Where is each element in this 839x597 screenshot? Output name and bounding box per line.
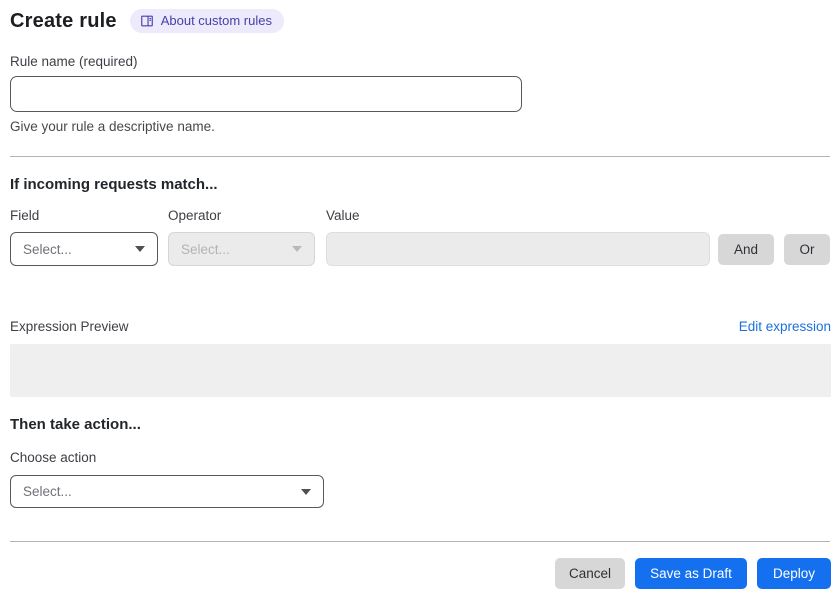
section-divider-top bbox=[10, 156, 830, 157]
field-select-value: Select... bbox=[23, 242, 72, 257]
value-column: Value bbox=[326, 208, 710, 266]
field-select[interactable]: Select... bbox=[10, 232, 158, 266]
edit-expression-link[interactable]: Edit expression bbox=[739, 319, 831, 334]
expression-preview-label: Expression Preview bbox=[10, 319, 129, 334]
choose-action-select[interactable]: Select... bbox=[10, 475, 324, 508]
action-section-heading: Then take action... bbox=[10, 416, 830, 433]
deploy-button[interactable]: Deploy bbox=[757, 558, 831, 589]
book-icon bbox=[140, 14, 154, 28]
value-label: Value bbox=[326, 208, 710, 223]
operator-column: Operator Select... bbox=[168, 208, 315, 266]
and-button[interactable]: And bbox=[718, 234, 774, 265]
chevron-down-icon bbox=[301, 489, 311, 495]
create-rule-page: Create rule About custom rules Rule name… bbox=[0, 0, 839, 589]
about-custom-rules-badge[interactable]: About custom rules bbox=[130, 9, 284, 33]
rule-name-label: Rule name (required) bbox=[10, 54, 830, 69]
save-as-draft-button[interactable]: Save as Draft bbox=[635, 558, 747, 589]
footer-actions: Cancel Save as Draft Deploy bbox=[10, 558, 831, 589]
operator-select: Select... bbox=[168, 232, 315, 266]
or-button[interactable]: Or bbox=[784, 234, 830, 265]
page-title: Create rule bbox=[10, 10, 117, 33]
chevron-down-icon bbox=[292, 246, 302, 252]
rule-name-input[interactable] bbox=[10, 76, 522, 112]
section-divider-bottom bbox=[10, 541, 830, 542]
field-label: Field bbox=[10, 208, 158, 223]
choose-action-select-value: Select... bbox=[23, 484, 72, 499]
match-section-heading: If incoming requests match... bbox=[10, 176, 830, 193]
cancel-button[interactable]: Cancel bbox=[555, 558, 625, 589]
operator-select-value: Select... bbox=[181, 242, 230, 257]
field-column: Field Select... bbox=[10, 208, 158, 266]
badge-label: About custom rules bbox=[161, 13, 272, 28]
expression-preview-row: Expression Preview Edit expression bbox=[10, 319, 831, 334]
choose-action-label: Choose action bbox=[10, 450, 830, 465]
rule-name-help: Give your rule a descriptive name. bbox=[10, 119, 830, 134]
value-input bbox=[326, 232, 710, 266]
page-header: Create rule About custom rules bbox=[10, 9, 830, 33]
expression-preview-box bbox=[10, 344, 831, 397]
chevron-down-icon bbox=[135, 246, 145, 252]
expression-builder-row: Field Select... Operator Select... Value… bbox=[10, 208, 830, 266]
operator-label: Operator bbox=[168, 208, 315, 223]
